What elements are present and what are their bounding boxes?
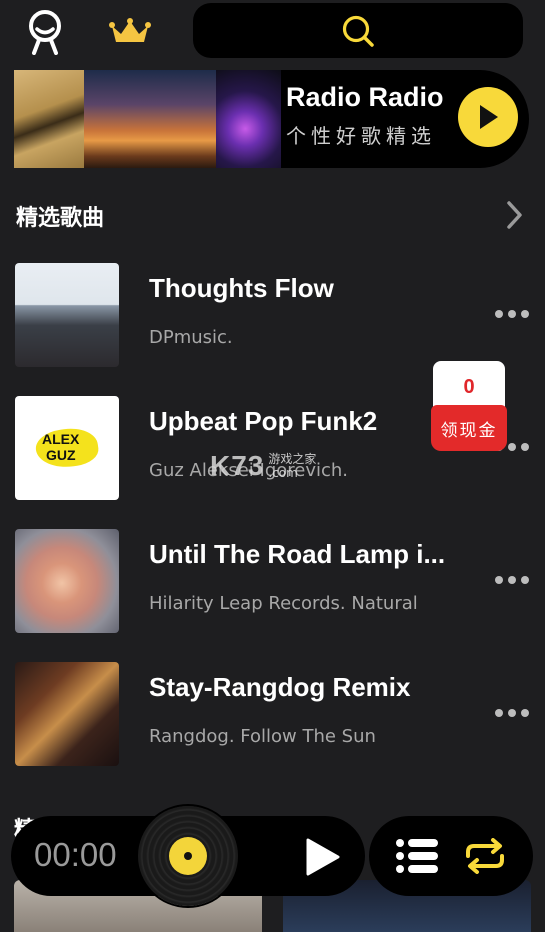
banner-image-couple-sunset	[84, 70, 216, 168]
chevron-right-icon	[507, 201, 522, 229]
song-artist: DPmusic.	[149, 327, 233, 348]
watermark-line1: 游戏之家	[268, 452, 317, 466]
song-item[interactable]: Thoughts Flow DPmusic.	[0, 263, 545, 368]
section-title: 精选歌曲	[16, 206, 105, 231]
banner-play-button[interactable]	[458, 87, 518, 147]
top-bar	[0, 0, 545, 66]
song-cover	[15, 263, 119, 367]
play-icon	[480, 105, 498, 129]
song-title: Thoughts Flow	[149, 273, 334, 303]
person-outline-icon	[29, 10, 61, 55]
search-icon	[342, 15, 374, 47]
more-dots-icon	[495, 709, 503, 717]
watermark-line2: .com	[268, 466, 298, 480]
repeat-icon	[466, 838, 504, 874]
disc-label	[169, 837, 207, 875]
song-title: Upbeat Pop Funk2	[149, 406, 378, 436]
more-dots-icon	[495, 310, 503, 318]
cash-reward-badge[interactable]: 0 领现金	[431, 361, 507, 451]
alex-guz-logo: ALEX GUZ	[32, 423, 102, 473]
banner-image-music-sheet	[14, 70, 84, 168]
song-cover	[15, 529, 119, 633]
player-play-button[interactable]	[300, 836, 342, 878]
playback-time: 00:00	[34, 836, 117, 873]
banner-image-concert	[216, 70, 281, 168]
more-options-button[interactable]	[495, 307, 529, 321]
watermark: K73 游戏之家 .com	[210, 450, 316, 482]
more-dots-icon	[495, 576, 503, 584]
radio-banner[interactable]: Radio Radio 个性好歌精选	[14, 70, 529, 168]
repeat-button[interactable]	[462, 838, 508, 874]
banner-subtitle: 个性好歌精选	[286, 124, 436, 148]
song-cover: ALEX GUZ	[15, 396, 119, 500]
song-item[interactable]: Stay-Rangdog Remix Rangdog. Follow The S…	[0, 662, 545, 767]
vip-button[interactable]	[106, 14, 154, 50]
song-artist: Hilarity Leap Records. Natural	[149, 593, 418, 614]
vinyl-disc[interactable]	[138, 806, 238, 906]
crown-icon	[109, 18, 151, 42]
cash-label: 领现金	[431, 405, 507, 451]
song-item[interactable]: Until The Road Lamp i... Hilarity Leap R…	[0, 529, 545, 634]
banner-title: Radio Radio	[286, 82, 444, 112]
song-artist: Rangdog. Follow The Sun	[149, 726, 376, 747]
watermark-logo: K73	[210, 450, 265, 481]
section-more-button[interactable]	[503, 200, 525, 230]
search-bar[interactable]	[193, 3, 523, 58]
more-options-button[interactable]	[495, 573, 529, 587]
song-title: Until The Road Lamp i...	[149, 539, 446, 569]
more-options-button[interactable]	[495, 706, 529, 720]
playlist-icon	[396, 839, 438, 873]
player-controls	[369, 816, 533, 896]
profile-button[interactable]	[22, 8, 68, 56]
song-cover	[15, 662, 119, 766]
play-icon	[306, 838, 340, 876]
playlist-button[interactable]	[395, 838, 439, 874]
song-title: Stay-Rangdog Remix	[149, 672, 411, 702]
